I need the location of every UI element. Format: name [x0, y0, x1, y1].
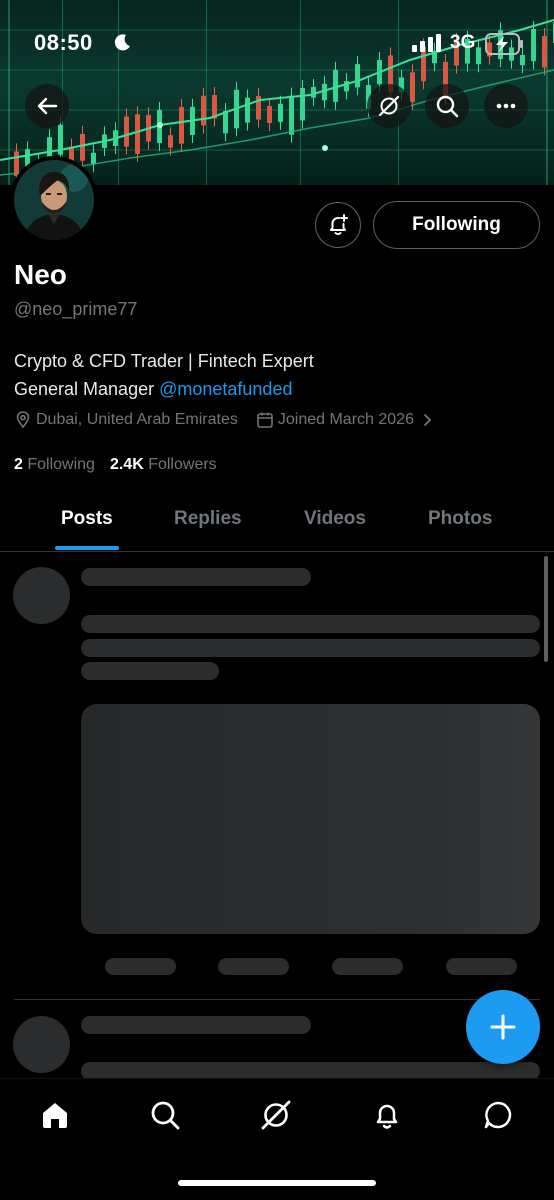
- banner-candle: [179, 107, 184, 144]
- more-options-button[interactable]: [484, 84, 528, 128]
- profile-tabs: Posts Replies Videos Photos: [0, 494, 554, 552]
- status-time: 08:50: [34, 30, 93, 55]
- following-button[interactable]: Following: [373, 201, 540, 249]
- moon-icon: [114, 34, 130, 51]
- profile-meta: Dubai, United Arab Emirates Joined March…: [14, 411, 456, 429]
- back-button[interactable]: [25, 84, 69, 128]
- tab-photos[interactable]: Photos: [428, 508, 492, 530]
- banner-candle: [311, 86, 316, 98]
- banner-candle: [91, 152, 96, 165]
- tab-posts[interactable]: Posts: [61, 508, 113, 530]
- avatar-image: [14, 160, 94, 240]
- location-pin-icon: [16, 411, 30, 429]
- banner-candle: [300, 88, 305, 121]
- search-icon: [436, 95, 459, 118]
- skeleton-action: [446, 958, 517, 975]
- chevron-right-icon: [424, 414, 432, 426]
- skeleton-line: [81, 615, 540, 633]
- nav-search[interactable]: [147, 1097, 183, 1133]
- banner-candle: [135, 114, 140, 154]
- tab-replies[interactable]: Replies: [174, 508, 242, 530]
- home-icon: [43, 1103, 67, 1128]
- calendar-icon: [257, 412, 273, 428]
- network-type: 3G: [450, 32, 476, 53]
- message-bubble-icon: [484, 1101, 512, 1129]
- banner-candle: [245, 97, 250, 123]
- signal-icon: [412, 34, 441, 52]
- bio-mention-link[interactable]: @monetafunded: [159, 379, 292, 399]
- ellipsis-icon: [496, 103, 516, 109]
- compose-post-button[interactable]: [466, 990, 540, 1064]
- banner-candle: [223, 110, 228, 134]
- skeleton-avatar: [13, 1016, 70, 1073]
- search-button[interactable]: [425, 84, 469, 128]
- bio-line-2: General Manager @monetafunded: [14, 375, 314, 403]
- skeleton-avatar: [13, 567, 70, 624]
- joined-item[interactable]: Joined March 2026: [256, 411, 438, 429]
- home-indicator: [178, 1180, 376, 1186]
- profile-handle: @neo_prime77: [14, 299, 138, 319]
- nav-grok[interactable]: [258, 1097, 294, 1133]
- banner-candle: [201, 95, 206, 126]
- following-count: 2: [14, 456, 23, 473]
- banner-candle: [267, 105, 272, 124]
- profile-avatar[interactable]: [10, 156, 98, 244]
- nav-messages[interactable]: [480, 1097, 516, 1133]
- search-icon: [151, 1101, 180, 1130]
- banner-candle: [289, 95, 294, 135]
- location-item: Dubai, United Arab Emirates: [14, 411, 238, 429]
- banner-candle: [278, 103, 283, 122]
- skeleton-line: [81, 1016, 311, 1034]
- notifications-bell-button[interactable]: [315, 202, 361, 248]
- skeleton-media: [81, 704, 540, 934]
- grok-icon: [261, 1100, 291, 1130]
- nav-home[interactable]: [37, 1097, 73, 1133]
- arrow-left-icon: [37, 97, 58, 115]
- status-bar: 08:50 3G: [0, 28, 554, 62]
- banner-candle: [410, 72, 415, 103]
- banner-candle: [355, 64, 360, 88]
- banner-candle: [168, 135, 173, 148]
- bio-line-2-text: General Manager: [14, 379, 160, 399]
- grok-icon: [378, 95, 400, 117]
- banner-candle: [80, 133, 85, 161]
- profile-bio: Crypto & CFD Trader | Fintech Expert Gen…: [14, 347, 314, 403]
- location-text: Dubai, United Arab Emirates: [36, 411, 238, 428]
- bell-icon: [376, 1104, 398, 1129]
- following-label: Following: [27, 456, 95, 473]
- active-tab-indicator: [55, 546, 119, 550]
- skeleton-line: [81, 568, 311, 586]
- followers-label: Followers: [148, 456, 217, 473]
- profile-name: Neo: [14, 259, 67, 290]
- skeleton-line: [81, 662, 219, 680]
- banner-candle: [124, 116, 129, 147]
- followers-stat[interactable]: 2.4K Followers: [110, 456, 217, 474]
- skeleton-line: [81, 639, 540, 657]
- following-stat[interactable]: 2 Following: [14, 456, 95, 474]
- tab-videos[interactable]: Videos: [304, 508, 366, 530]
- joined-text: Joined March 2026: [277, 411, 414, 428]
- followers-count: 2.4K: [109, 456, 144, 473]
- scrollbar[interactable]: [544, 556, 548, 662]
- skeleton-action: [218, 958, 289, 975]
- skeleton-action: [332, 958, 403, 975]
- grok-button[interactable]: [367, 84, 411, 128]
- battery-charging-icon: [485, 33, 523, 55]
- follow-stats: 2 Following 2.4K Followers: [14, 456, 232, 474]
- bio-line-1: Crypto & CFD Trader | Fintech Expert: [14, 351, 314, 371]
- skeleton-action: [105, 958, 176, 975]
- nav-notifications[interactable]: [369, 1097, 405, 1133]
- plus-icon: [490, 1014, 516, 1040]
- bell-plus-icon: [330, 214, 348, 235]
- post-divider: [14, 999, 540, 1000]
